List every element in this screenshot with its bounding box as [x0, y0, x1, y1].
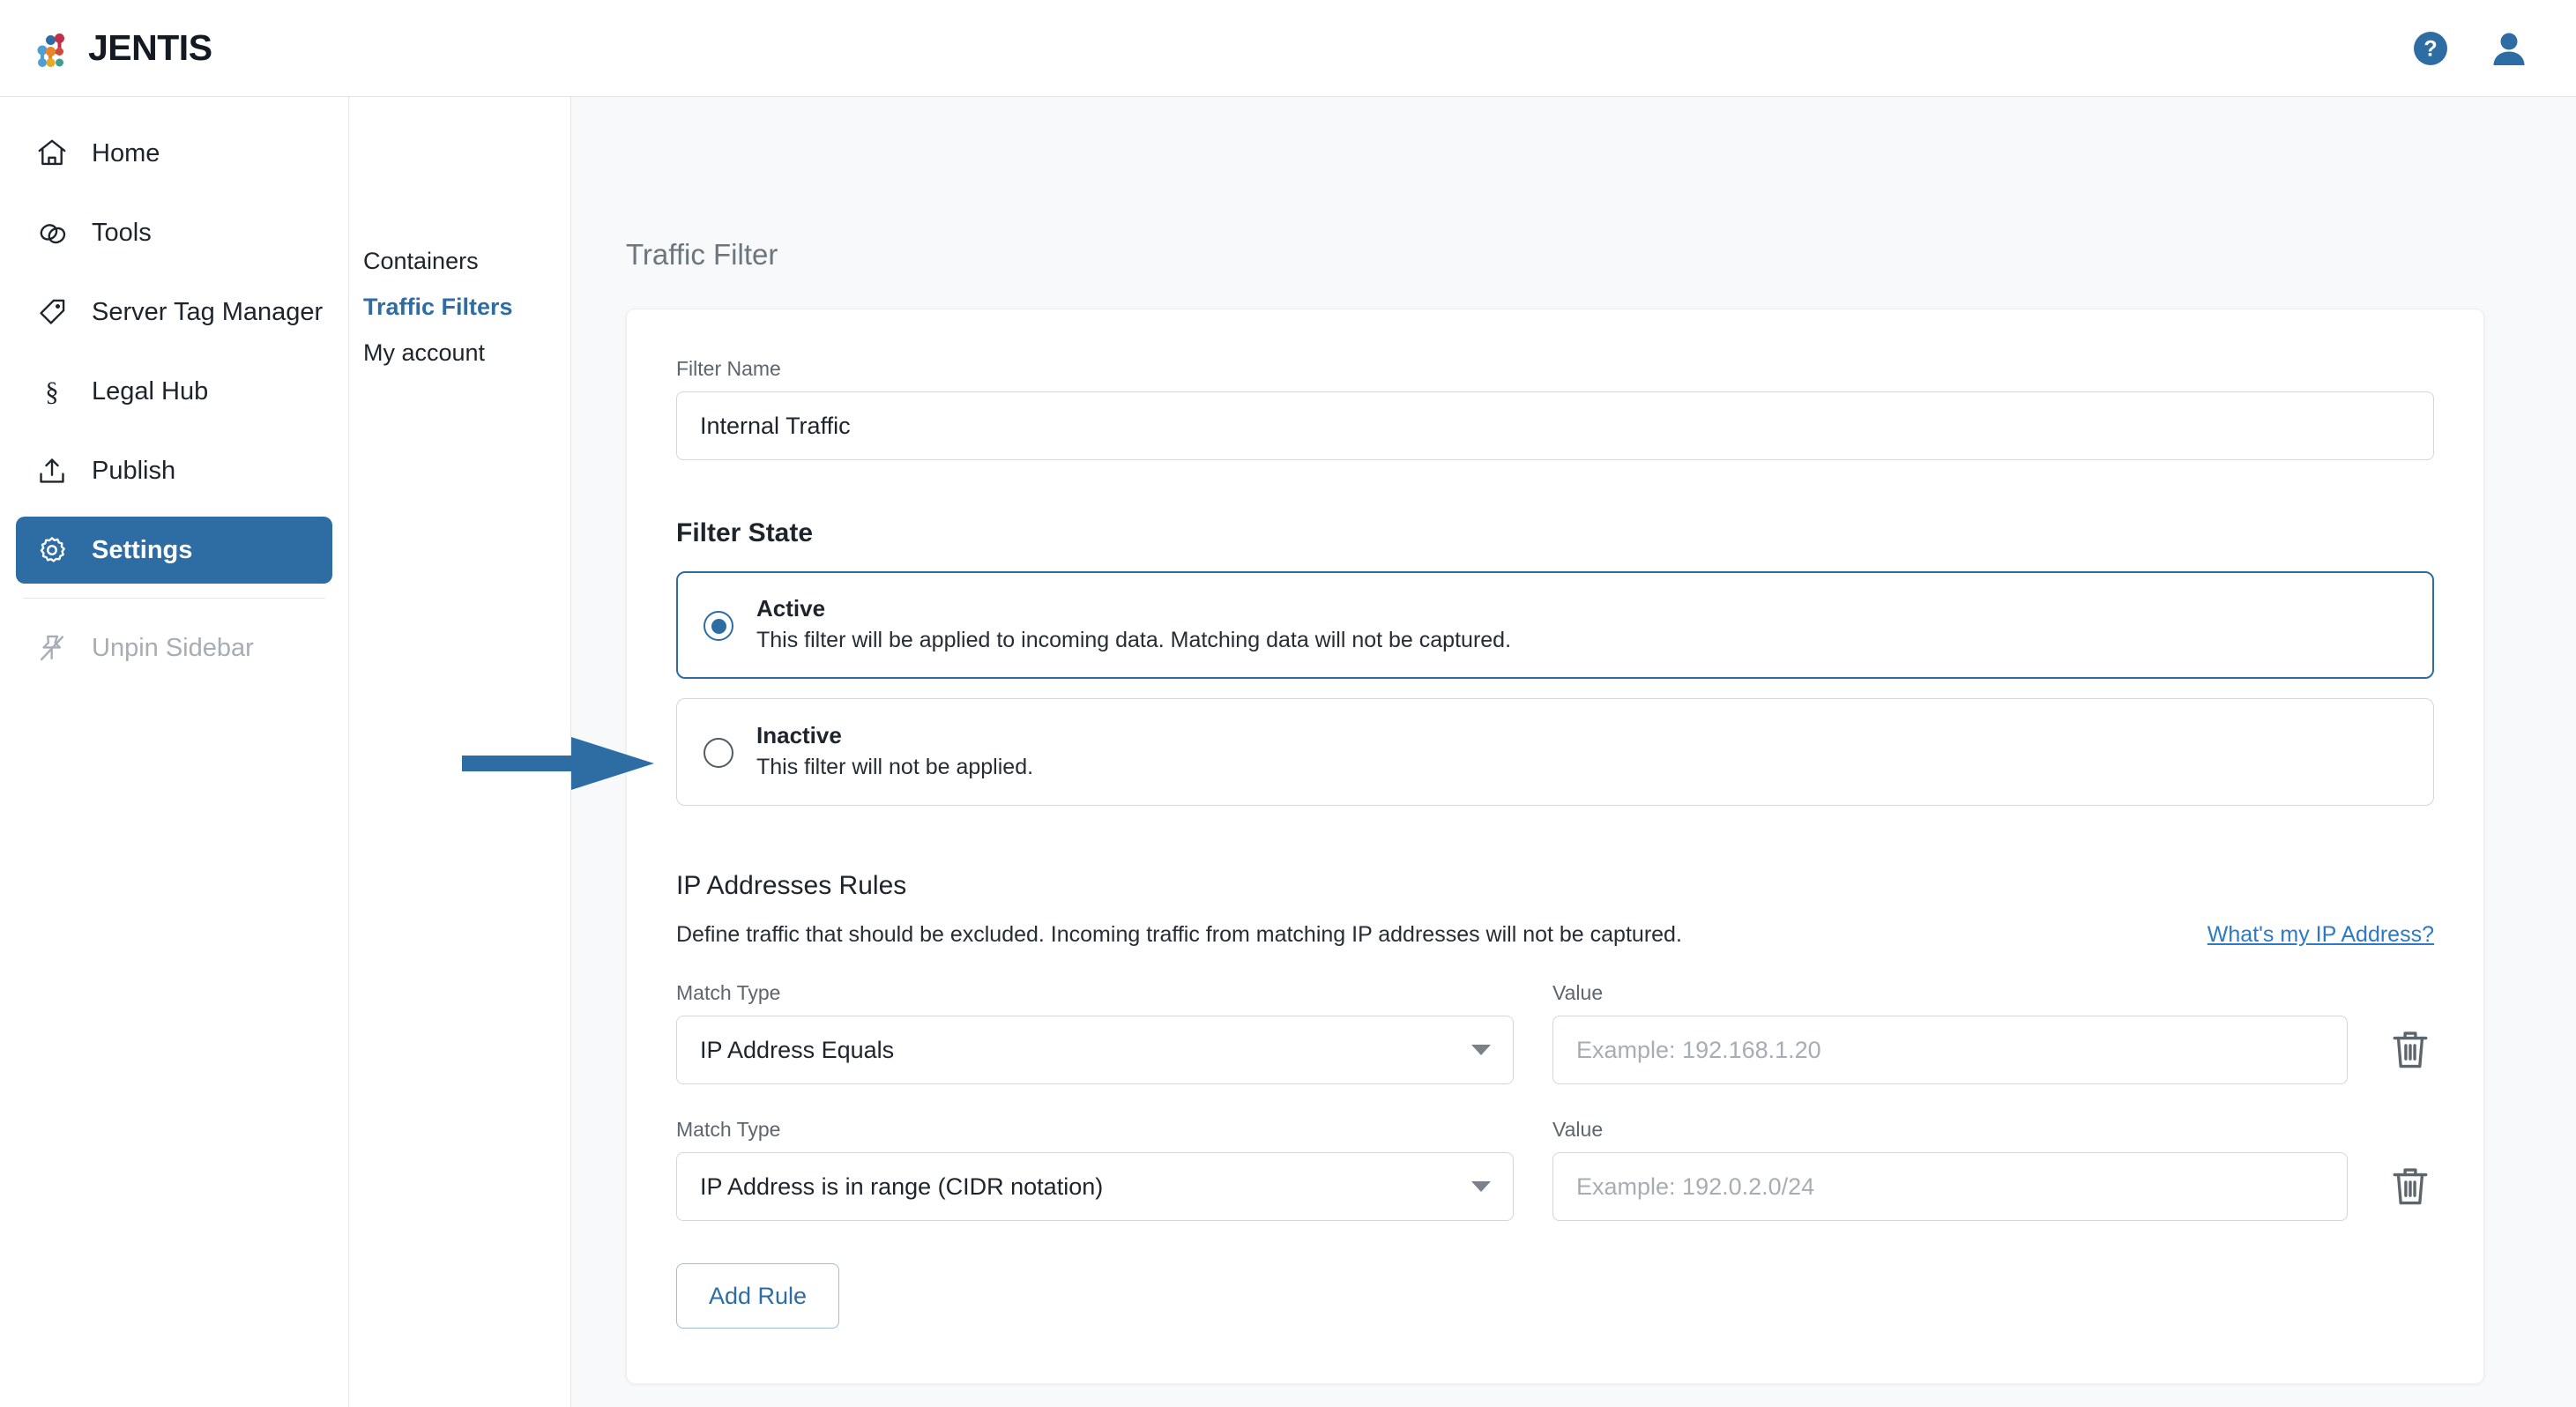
match-type-select-wrap: IP Address is in range (CIDR notation)	[676, 1152, 1514, 1221]
sidebar-item-label: Server Tag Manager	[92, 297, 324, 326]
match-type-field: Match Type IP Address is in range (CIDR …	[676, 1118, 1514, 1221]
delete-rule-button[interactable]	[2386, 1026, 2434, 1074]
match-type-label: Match Type	[676, 981, 781, 1004]
sidebar-item-label: Tools	[92, 218, 152, 247]
delete-rule-button[interactable]	[2386, 1163, 2434, 1210]
jentis-dots-logo-icon	[34, 30, 74, 67]
top-header-bar: JENTIS ?	[0, 0, 2576, 97]
subnav-item-my-account[interactable]: My account	[363, 330, 570, 376]
filter-state-title: Filter State	[676, 518, 814, 547]
radio-unselected-icon	[704, 738, 733, 768]
value-input[interactable]	[1552, 1152, 2348, 1221]
sidebar-item-settings[interactable]: Settings	[16, 517, 332, 584]
sidebar-item-publish[interactable]: Publish	[16, 437, 332, 504]
subnav-item-traffic-filters[interactable]: Traffic Filters	[363, 284, 570, 330]
ip-rule-row: Match Type IP Address is in range (CIDR …	[676, 1118, 2434, 1221]
user-avatar-icon[interactable]	[2490, 29, 2528, 68]
sidebar-item-label: Legal Hub	[92, 376, 209, 406]
value-input[interactable]	[1552, 1016, 2348, 1084]
option-description: This filter will not be applied.	[756, 755, 1034, 779]
footer-actions: Cancel Save	[626, 1384, 2484, 1407]
content-inner: Traffic Filter Filter Name Filter State …	[571, 97, 2576, 1407]
tag-icon	[35, 295, 69, 329]
match-type-field: Match Type IP Address Equals	[676, 981, 1514, 1084]
ip-rules-section: IP Addresses Rules Define traffic that s…	[676, 871, 2434, 948]
value-field: Value	[1552, 1118, 2348, 1221]
main-content: Traffic Filter Filter Name Filter State …	[571, 97, 2576, 1407]
filter-name-input[interactable]	[676, 391, 2434, 460]
unpin-sidebar-button[interactable]: Unpin Sidebar	[16, 614, 332, 681]
value-field: Value	[1552, 981, 2348, 1084]
filter-state-option-active[interactable]: Active This filter will be applied to in…	[676, 571, 2434, 679]
ip-rule-row: Match Type IP Address Equals Value	[676, 981, 2434, 1084]
home-icon	[35, 137, 69, 170]
subnav-item-containers[interactable]: Containers	[363, 238, 570, 284]
help-circle-icon[interactable]: ?	[2412, 30, 2449, 67]
brand-logo[interactable]: JENTIS	[34, 27, 212, 69]
gear-icon	[35, 533, 69, 567]
option-description: This filter will be applied to incoming …	[756, 628, 1512, 652]
sidebar-item-server-tag-manager[interactable]: Server Tag Manager	[16, 279, 332, 346]
add-rule-button[interactable]: Add Rule	[676, 1263, 840, 1329]
unpin-sidebar-label: Unpin Sidebar	[92, 633, 254, 662]
sidebar-item-label: Settings	[92, 535, 193, 564]
trash-icon	[2386, 1163, 2434, 1210]
section-sign-icon: §	[35, 375, 69, 408]
ip-rules-description: Define traffic that should be excluded. …	[676, 922, 1682, 947]
match-type-label: Match Type	[676, 1118, 781, 1141]
svg-text:§: §	[45, 376, 58, 407]
top-header-actions: ?	[2412, 29, 2542, 68]
ip-rules-subheader: Define traffic that should be excluded. …	[676, 922, 2434, 948]
svg-text:?: ?	[2423, 36, 2437, 61]
sidebar-item-home[interactable]: Home	[16, 120, 332, 187]
sidebar-item-legal-hub[interactable]: § Legal Hub	[16, 358, 332, 425]
sidebar-item-label: Publish	[92, 456, 176, 485]
primary-sidebar: Home Tools Server Tag Manager § Legal Hu…	[0, 97, 349, 1407]
app-root: JENTIS ? Home Tools Server Tag Manager §…	[0, 0, 2576, 1407]
value-label: Value	[1552, 1118, 1604, 1141]
value-label: Value	[1552, 981, 1604, 1004]
sidebar-divider	[23, 598, 325, 599]
match-type-select[interactable]: IP Address Equals	[676, 1016, 1514, 1084]
radio-selected-icon	[704, 611, 733, 641]
option-heading: Inactive	[756, 722, 842, 748]
trash-icon	[2386, 1026, 2434, 1074]
match-type-select-wrap: IP Address Equals	[676, 1016, 1514, 1084]
filter-state-option-inactive[interactable]: Inactive This filter will not be applied…	[676, 698, 2434, 806]
sidebar-item-tools[interactable]: Tools	[16, 199, 332, 266]
sidebar-item-label: Home	[92, 138, 160, 168]
secondary-nav: Containers Traffic Filters My account	[349, 97, 571, 1407]
brand-name: JENTIS	[88, 27, 212, 68]
filter-state-option-text: Active This filter will be applied to in…	[756, 595, 1511, 653]
page-title: Traffic Filter	[626, 238, 778, 271]
ip-rules-title: IP Addresses Rules	[676, 871, 907, 900]
add-rule-wrap: Add Rule	[676, 1263, 2434, 1329]
filter-name-label: Filter Name	[676, 357, 781, 380]
traffic-filter-card: Filter Name Filter State Active This fil…	[626, 309, 2484, 1384]
link-chain-icon	[35, 216, 69, 249]
whats-my-ip-link[interactable]: What's my IP Address?	[2207, 922, 2434, 948]
upload-icon	[35, 454, 69, 488]
unpin-icon	[35, 631, 69, 665]
match-type-select[interactable]: IP Address is in range (CIDR notation)	[676, 1152, 1514, 1221]
option-heading: Active	[756, 595, 826, 622]
filter-state-option-text: Inactive This filter will not be applied…	[756, 722, 1033, 780]
body-row: Home Tools Server Tag Manager § Legal Hu…	[0, 97, 2576, 1407]
